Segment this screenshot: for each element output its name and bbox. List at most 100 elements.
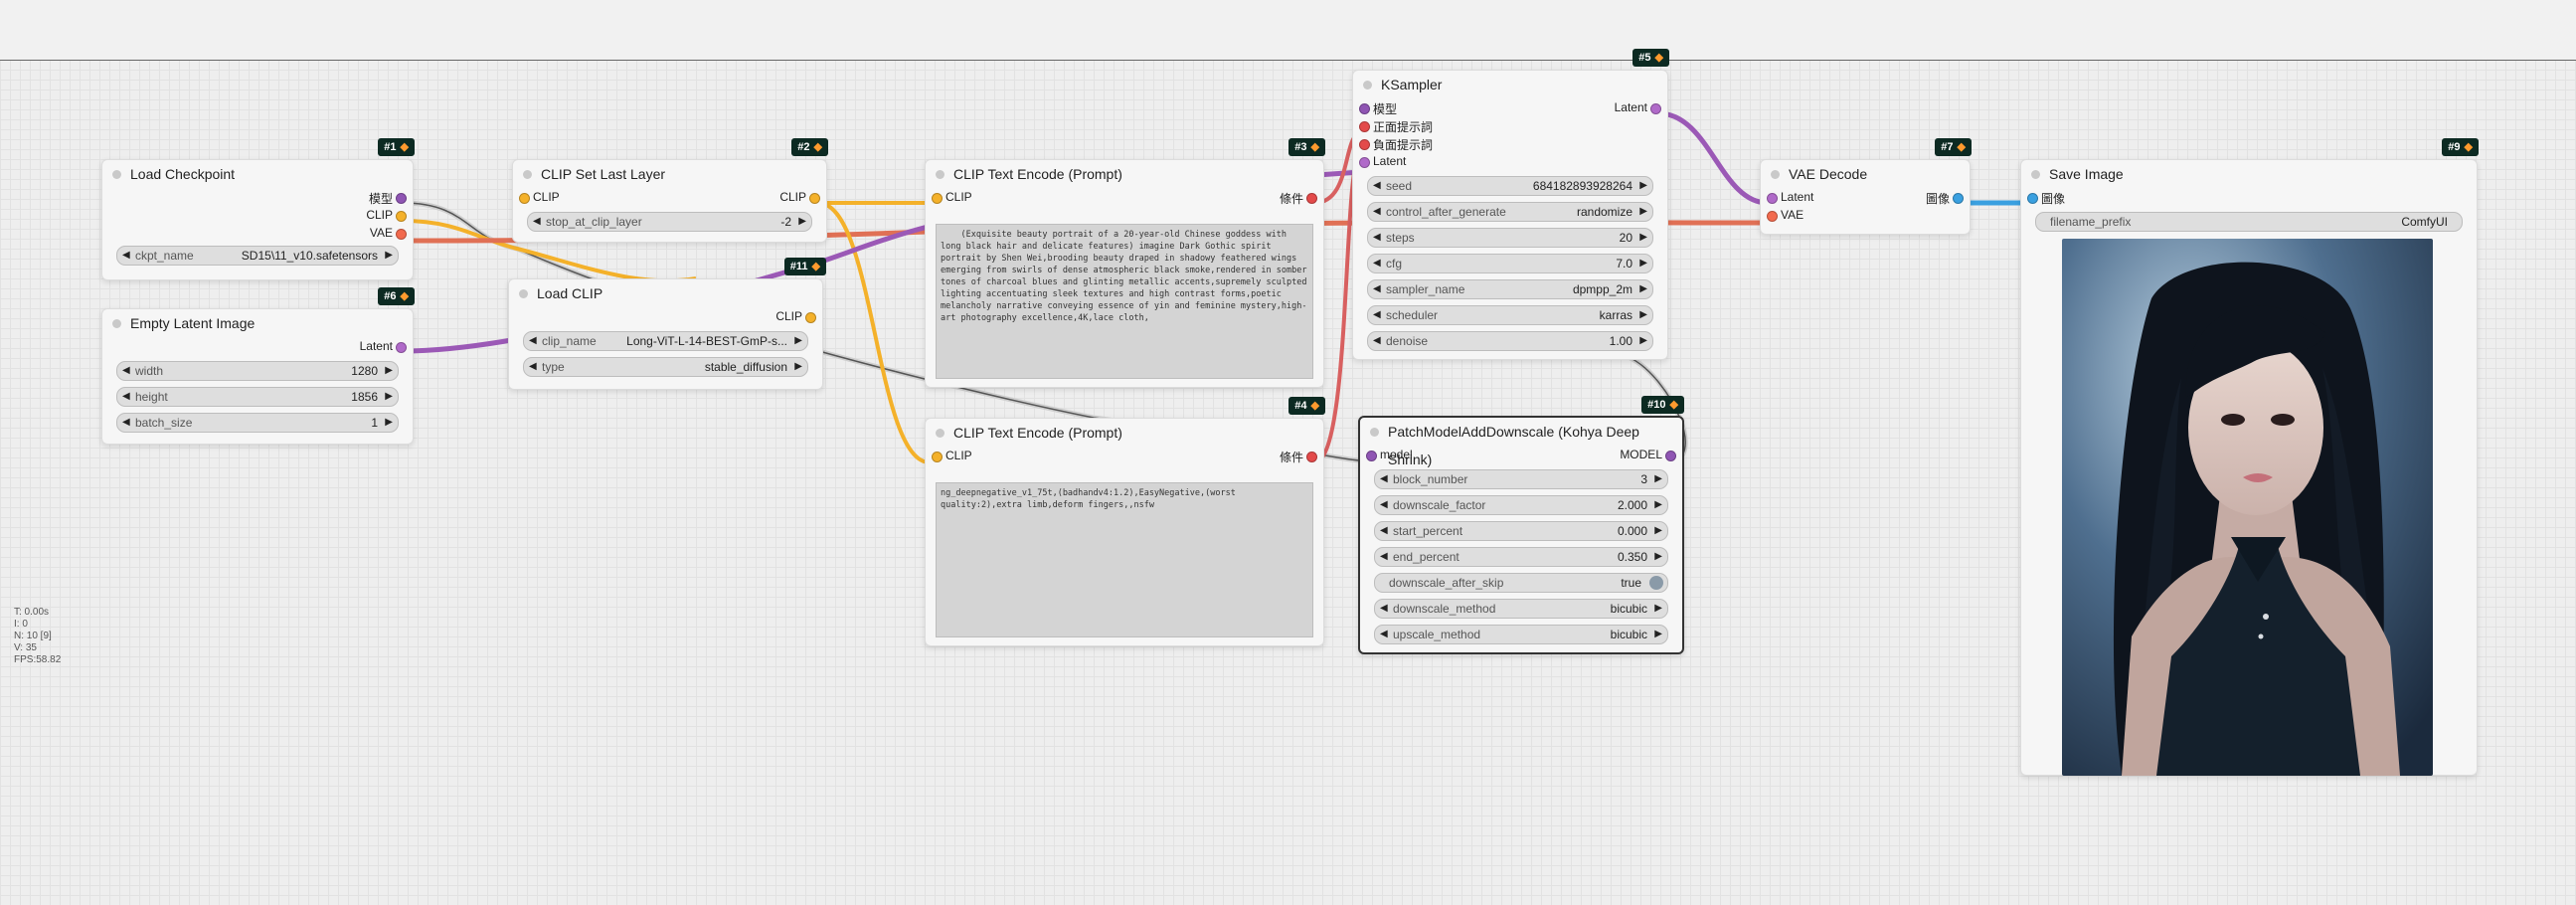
node-vae-decode[interactable]: #7 ◆ VAE Decode Latent 圖像 VAE	[1760, 138, 1972, 235]
node-title[interactable]: PatchModelAddDownscale (Kohya Deep Shrin…	[1360, 418, 1682, 467]
output-clip-label: CLIP	[366, 208, 393, 222]
node-title[interactable]: CLIP Text Encode (Prompt)	[926, 419, 1323, 447]
clip-name-combo[interactable]: ◀ clip_name Long-ViT-L-14-BEST-GmP-s... ▶	[523, 331, 808, 351]
node-empty-latent[interactable]: #6 ◆ Empty Latent Image Latent ◀ width 1280…	[101, 287, 415, 445]
collapse-dot-icon[interactable]	[936, 429, 945, 438]
collapse-dot-icon[interactable]	[523, 170, 532, 179]
top-bar	[0, 0, 2576, 61]
height-field[interactable]: ◀ height 1856 ▶	[116, 387, 399, 407]
stop-at-clip-layer-field[interactable]: ◀ stop_at_clip_layer -2 ▶	[527, 212, 812, 232]
scheduler-combo[interactable]: ◀ scheduler karras ▶	[1367, 305, 1653, 325]
input-slot-latent[interactable]	[1767, 193, 1778, 204]
input-slot-negative[interactable]	[1359, 139, 1370, 150]
arrow-left-icon[interactable]: ◀	[122, 247, 130, 265]
node-title[interactable]: Save Image	[2021, 160, 2477, 188]
input-slot-vae[interactable]	[1767, 211, 1778, 222]
node-load-checkpoint[interactable]: #1 ◆ Load Checkpoint 模型 CLIP VAE ◀ ckpt_n…	[101, 138, 415, 280]
input-negative-label: 負面提示詞	[1373, 138, 1434, 152]
output-slot-conditioning[interactable]	[1306, 193, 1317, 204]
collapse-dot-icon[interactable]	[1370, 428, 1379, 437]
clip-type-combo[interactable]: ◀ type stable_diffusion ▶	[523, 357, 808, 377]
output-model-label: MODEL	[1620, 448, 1662, 461]
output-slot-latent[interactable]	[396, 342, 407, 353]
collapse-dot-icon[interactable]	[1771, 170, 1780, 179]
node-title[interactable]: Load Checkpoint	[102, 160, 413, 188]
node-clip-set-last-layer[interactable]: #2 ◆ CLIP Set Last Layer CLIP CLIP ◀ stop_a…	[512, 138, 828, 243]
input-image-label: 圖像	[2041, 192, 2066, 206]
node-id-badge: #5 ◆	[1632, 49, 1669, 67]
node-title[interactable]: VAE Decode	[1761, 160, 1970, 188]
output-slot-latent[interactable]	[1650, 103, 1661, 114]
output-conditioning-label: 條件	[1279, 451, 1303, 464]
ckpt-name-combo[interactable]: ◀ ckpt_name SD15\11_v10.safetensors ▶	[116, 246, 399, 266]
output-clip-label: CLIP	[779, 190, 806, 204]
output-model-label: 模型	[368, 192, 393, 206]
width-field[interactable]: ◀ width 1280 ▶	[116, 361, 399, 381]
node-clip-text-encode-negative[interactable]: #4 ◆ CLIP Text Encode (Prompt) CLIP 條件 ng_…	[925, 397, 1325, 646]
node-id-badge: #11 ◆	[783, 258, 826, 275]
input-slot-clip[interactable]	[932, 193, 943, 204]
collapse-dot-icon[interactable]	[1363, 81, 1372, 90]
end-percent-field[interactable]: ◀ end_percent 0.350 ▶	[1374, 547, 1668, 567]
output-slot-clip[interactable]	[805, 312, 816, 323]
output-slot-model[interactable]	[396, 193, 407, 204]
input-slot-latent[interactable]	[1359, 157, 1370, 168]
fox-icon: ◆	[813, 141, 822, 153]
downscale-after-skip-toggle[interactable]: downscale_after_skip true	[1374, 573, 1668, 593]
arrow-right-icon[interactable]: ▶	[385, 247, 393, 265]
prompt-textarea[interactable]: (Exquisite beauty portrait of a 20-year-…	[936, 224, 1313, 379]
node-clip-text-encode-positive[interactable]: #3 ◆ CLIP Text Encode (Prompt) CLIP 條件 (Ex…	[925, 138, 1325, 388]
control-after-generate-combo[interactable]: ◀ control_after_generate randomize ▶	[1367, 202, 1653, 222]
downscale-method-combo[interactable]: ◀ downscale_method bicubic ▶	[1374, 599, 1668, 619]
prompt-textarea[interactable]: ng_deepnegative_v1_75t,(badhandv4:1.2),E…	[936, 482, 1313, 637]
input-latent-label: Latent	[1373, 154, 1407, 168]
image-preview	[2062, 239, 2433, 776]
output-vae-label: VAE	[369, 226, 393, 240]
input-slot-positive[interactable]	[1359, 121, 1370, 132]
node-title[interactable]: Load CLIP	[509, 279, 822, 307]
input-slot-image[interactable]	[2027, 193, 2038, 204]
upscale-method-combo[interactable]: ◀ upscale_method bicubic ▶	[1374, 625, 1668, 644]
input-model-label: 模型	[1373, 102, 1398, 116]
output-slot-model[interactable]	[1665, 451, 1676, 461]
input-slot-clip[interactable]	[932, 452, 943, 462]
node-patch-model-add-downscale[interactable]: #10 ◆ PatchModelAddDownscale (Kohya Deep …	[1358, 396, 1684, 654]
collapse-dot-icon[interactable]	[112, 170, 121, 179]
output-latent-label: Latent	[359, 339, 393, 353]
start-percent-field[interactable]: ◀ start_percent 0.000 ▶	[1374, 521, 1668, 541]
node-load-clip[interactable]: #11 ◆ Load CLIP CLIP ◀ clip_name Long-ViT-L…	[508, 258, 826, 390]
sampler-name-combo[interactable]: ◀ sampler_name dpmpp_2m ▶	[1367, 279, 1653, 299]
link-latent-2	[1657, 110, 1769, 206]
output-slot-conditioning[interactable]	[1306, 452, 1317, 462]
node-id-badge: #1 ◆	[378, 138, 415, 156]
input-clip-label: CLIP	[945, 190, 972, 204]
input-slot-clip[interactable]	[519, 193, 530, 204]
output-slot-clip[interactable]	[396, 211, 407, 222]
node-title[interactable]: CLIP Set Last Layer	[513, 160, 826, 188]
batch-size-field[interactable]: ◀ batch_size 1 ▶	[116, 413, 399, 433]
output-slot-clip[interactable]	[809, 193, 820, 204]
toggle-knob-icon[interactable]	[1649, 576, 1663, 590]
input-slot-model[interactable]	[1359, 103, 1370, 114]
downscale-factor-field[interactable]: ◀ downscale_factor 2.000 ▶	[1374, 495, 1668, 515]
output-slot-image[interactable]	[1953, 193, 1964, 204]
seed-field[interactable]: ◀ seed 684182893928264 ▶	[1367, 176, 1653, 196]
steps-field[interactable]: ◀ steps 20 ▶	[1367, 228, 1653, 248]
cfg-field[interactable]: ◀ cfg 7.0 ▶	[1367, 254, 1653, 273]
fox-icon: ◆	[1669, 399, 1678, 411]
collapse-dot-icon[interactable]	[2031, 170, 2040, 179]
filename-prefix-field[interactable]: filename_prefix ComfyUI	[2035, 212, 2463, 232]
link-clip-4	[817, 201, 931, 464]
collapse-dot-icon[interactable]	[519, 289, 528, 298]
collapse-dot-icon[interactable]	[112, 319, 121, 328]
node-ksampler[interactable]: #5 ◆ KSampler 模型 Latent 正面提示詞 負面提示詞 Latent…	[1352, 49, 1669, 360]
node-title[interactable]: KSampler	[1353, 71, 1667, 98]
node-title[interactable]: CLIP Text Encode (Prompt)	[926, 160, 1323, 188]
denoise-field[interactable]: ◀ denoise 1.00 ▶	[1367, 331, 1653, 351]
output-slot-vae[interactable]	[396, 229, 407, 240]
node-title[interactable]: Empty Latent Image	[102, 309, 413, 337]
block-number-field[interactable]: ◀ block_number 3 ▶	[1374, 469, 1668, 489]
fox-icon: ◆	[1310, 141, 1319, 153]
collapse-dot-icon[interactable]	[936, 170, 945, 179]
input-slot-model[interactable]	[1366, 451, 1377, 461]
